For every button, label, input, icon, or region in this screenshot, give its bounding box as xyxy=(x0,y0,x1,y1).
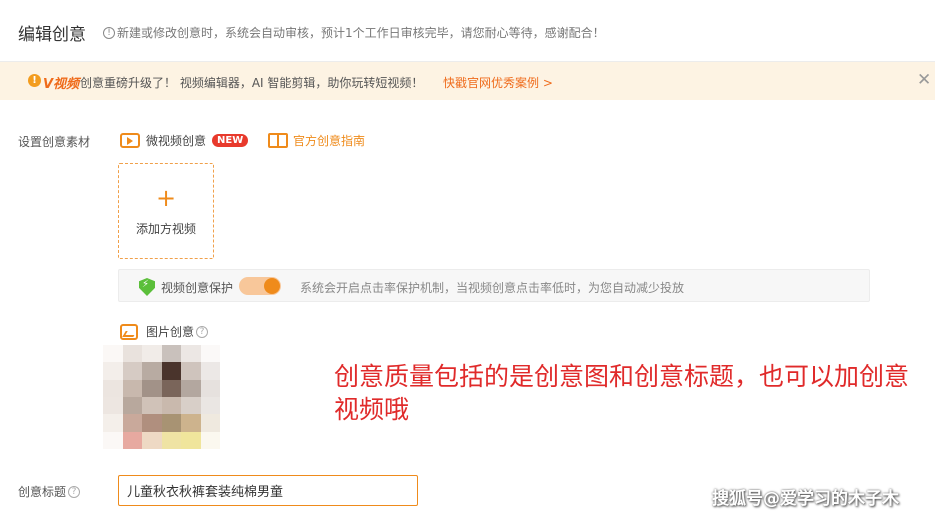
info-icon: ! xyxy=(103,26,115,39)
creative-guide-label: 官方创意指南 xyxy=(293,134,366,148)
video-protection-panel: 视频创意保护 系统会开启点击率保护机制，当视频创意点击率低时，为您自动减少投放 xyxy=(118,269,870,302)
tab-micro-video-label: 微视频创意 xyxy=(146,134,207,148)
creative-title-label: 创意标题 xyxy=(18,485,67,499)
annotation-text: 创意质量包括的是创意图和创意标题，也可以加创意视频哦 xyxy=(334,362,910,424)
image-creative-label: 图片创意 xyxy=(146,325,195,339)
video-protection-label: 视频创意保护 xyxy=(161,281,234,295)
notice-icon: ! xyxy=(28,74,41,87)
image-creative-thumbnail[interactable] xyxy=(103,345,220,449)
video-icon xyxy=(120,133,140,148)
add-video-label: 添加方视频 xyxy=(135,222,196,236)
material-label: 设置创意素材 xyxy=(18,135,91,149)
close-icon[interactable]: ✕ xyxy=(917,70,931,90)
page-title: 编辑创意 xyxy=(18,25,86,45)
shield-icon xyxy=(139,278,155,296)
plus-icon: + xyxy=(155,184,177,212)
review-tip: ! 新建或修改创意时，系统会自动审核，预计1个工作日审核完毕，请您耐心等待，感谢… xyxy=(103,24,605,41)
image-creative-header: 图片创意 ? xyxy=(120,323,209,340)
new-badge: NEW xyxy=(212,134,249,147)
creative-title-input[interactable] xyxy=(118,475,418,506)
banner-text: 创意重磅升级了！ 视频编辑器，AI 智能剪辑，助你玩转短视频！ xyxy=(80,76,424,90)
watermark: 搜狐号@爱学习的木子木 xyxy=(712,489,899,509)
v-video-logo: V视频 xyxy=(43,77,80,92)
help-icon[interactable]: ? xyxy=(68,485,81,498)
help-icon[interactable]: ? xyxy=(196,325,209,338)
creative-guide-link[interactable]: 官方创意指南 xyxy=(268,132,365,149)
creative-title-label-row: 创意标题 ? xyxy=(18,483,81,500)
promo-banner: ! V视频 创意重磅升级了！ 视频编辑器，AI 智能剪辑，助你玩转短视频！ 快戳… xyxy=(0,62,935,100)
add-video-button[interactable]: + 添加方视频 xyxy=(118,163,214,259)
book-icon xyxy=(268,133,288,148)
review-tip-text: 新建或修改创意时，系统会自动审核，预计1个工作日审核完毕，请您耐心等待，感谢配合… xyxy=(117,26,605,40)
banner-cases-link[interactable]: 快戳官网优秀案例 > xyxy=(443,74,553,91)
tab-micro-video[interactable]: 微视频创意 NEW xyxy=(120,132,249,149)
video-protection-desc: 系统会开启点击率保护机制，当视频创意点击率低时，为您自动减少投放 xyxy=(300,281,685,295)
toggle-knob xyxy=(264,278,280,294)
video-protection-toggle[interactable] xyxy=(239,277,281,295)
image-icon xyxy=(120,323,138,340)
page-header: 编辑创意 ! 新建或修改创意时，系统会自动审核，预计1个工作日审核完毕，请您耐心… xyxy=(0,0,935,62)
